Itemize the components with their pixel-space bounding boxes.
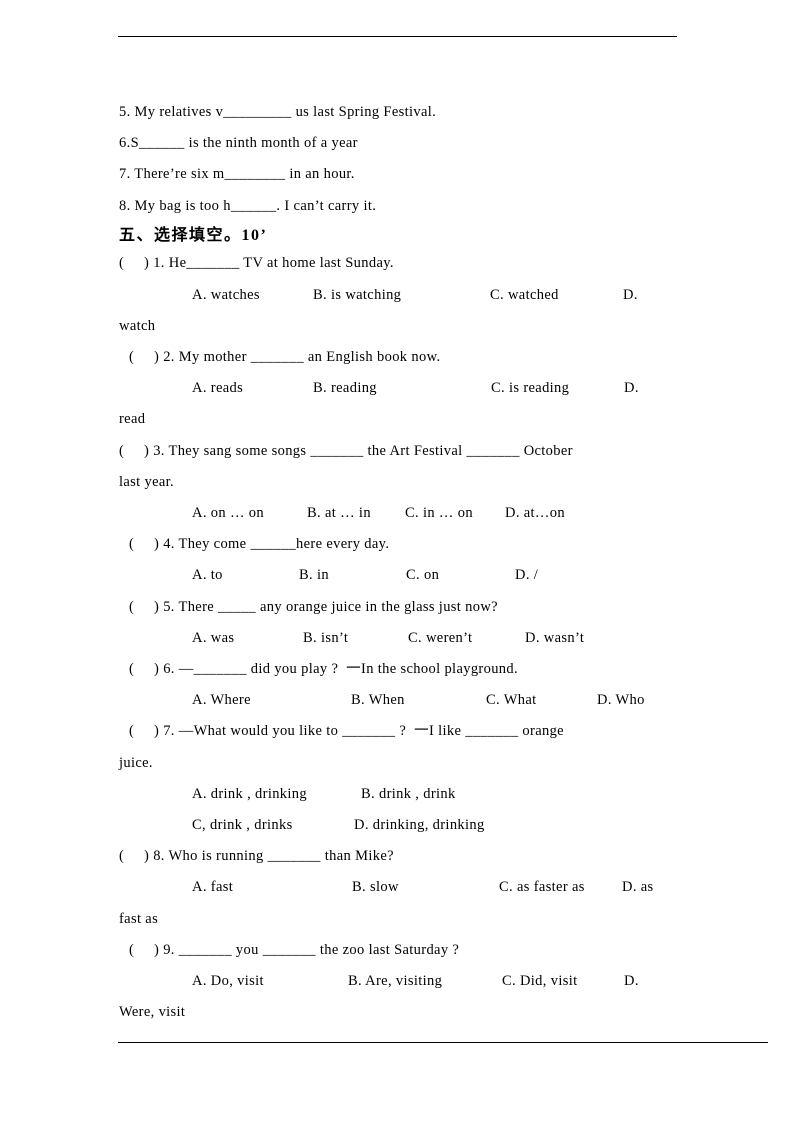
question-5-option-c: C. weren’t [408,630,473,646]
question-2-option-b: B. reading [313,380,377,396]
question-9-option-c: C. Did, visit [502,973,578,989]
question-6-stem: ( ) 6. —_______ did you play ? 一In the s… [129,661,518,677]
question-8-option-d-wrap: fast as [119,911,159,927]
question-8-option-a: A. fast [192,879,234,895]
question-6-option-c: C. What [486,692,537,708]
question-8-stem: ( ) 8. Who is running _______ than Mike? [119,848,394,864]
question-4-option-d: D. / [515,567,539,583]
question-3-option-d: D. at…on [505,505,565,521]
question-1-option-c: C. watched [490,287,559,303]
question-4-stem: ( ) 4. They come ______here every day. [129,536,390,552]
question-7-option-c: C, drink , drinks [192,817,293,833]
section-heading: 五、选择填空。10’ [119,227,268,244]
footer-rule [118,1042,768,1043]
question-7-stem: ( ) 7. —What would you like to _______ ?… [129,723,564,739]
question-4-option-c: C. on [406,567,440,583]
question-7-stem-wrap: juice. [119,755,153,771]
header-rule [118,36,677,37]
question-3-option-a: A. on … on [192,505,264,521]
question-5-option-a: A. was [192,630,235,646]
fill-in-item-8: 8. My bag is too h______. I can’t carry … [119,198,377,214]
question-1-stem: ( ) 1. He_______ TV at home last Sunday. [119,255,394,271]
question-1-option-d: D. [623,287,638,303]
question-3-stem: ( ) 3. They sang some songs _______ the … [119,443,573,459]
question-1-option-d-wrap: watch [119,318,156,334]
question-2-option-a: A. reads [192,380,244,396]
question-3-option-b: B. at … in [307,505,371,521]
question-1-option-b: B. is watching [313,287,402,303]
question-6-option-b: B. When [351,692,405,708]
question-7-option-b: B. drink , drink [361,786,456,802]
question-1-option-a: A. watches [192,287,260,303]
question-3-stem-wrap: last year. [119,474,175,490]
question-9-option-a: A. Do, visit [192,973,264,989]
question-3-option-c: C. in … on [405,505,473,521]
question-8-option-c: C. as faster as [499,879,585,895]
question-4-option-a: A. to [192,567,223,583]
question-7-option-d: D. drinking, drinking [354,817,485,833]
question-9-stem: ( ) 9. _______ you _______ the zoo last … [129,942,460,958]
fill-in-item-5: 5. My relatives v_________ us last Sprin… [119,104,437,120]
question-5-option-d: D. wasn’t [525,630,585,646]
fill-in-item-7: 7. There’re six m________ in an hour. [119,166,355,182]
question-9-option-d: D. [624,973,639,989]
question-2-option-c: C. is reading [491,380,570,396]
question-2-stem: ( ) 2. My mother _______ an English book… [129,349,441,365]
question-2-option-d-wrap: read [119,411,146,427]
question-6-option-a: A. Where [192,692,251,708]
question-5-option-b: B. isn’t [303,630,349,646]
question-8-option-d: D. as [622,879,654,895]
question-5-stem: ( ) 5. There _____ any orange juice in t… [129,599,498,615]
fill-in-item-6: 6.S______ is the ninth month of a year [119,135,358,151]
question-8-option-b: B. slow [352,879,399,895]
question-6-option-d: D. Who [597,692,645,708]
question-4-option-b: B. in [299,567,329,583]
question-9-option-d-wrap: Were, visit [119,1004,186,1020]
question-9-option-b: B. Are, visiting [348,973,443,989]
question-2-option-d: D. [624,380,639,396]
question-7-option-a: A. drink , drinking [192,786,307,802]
